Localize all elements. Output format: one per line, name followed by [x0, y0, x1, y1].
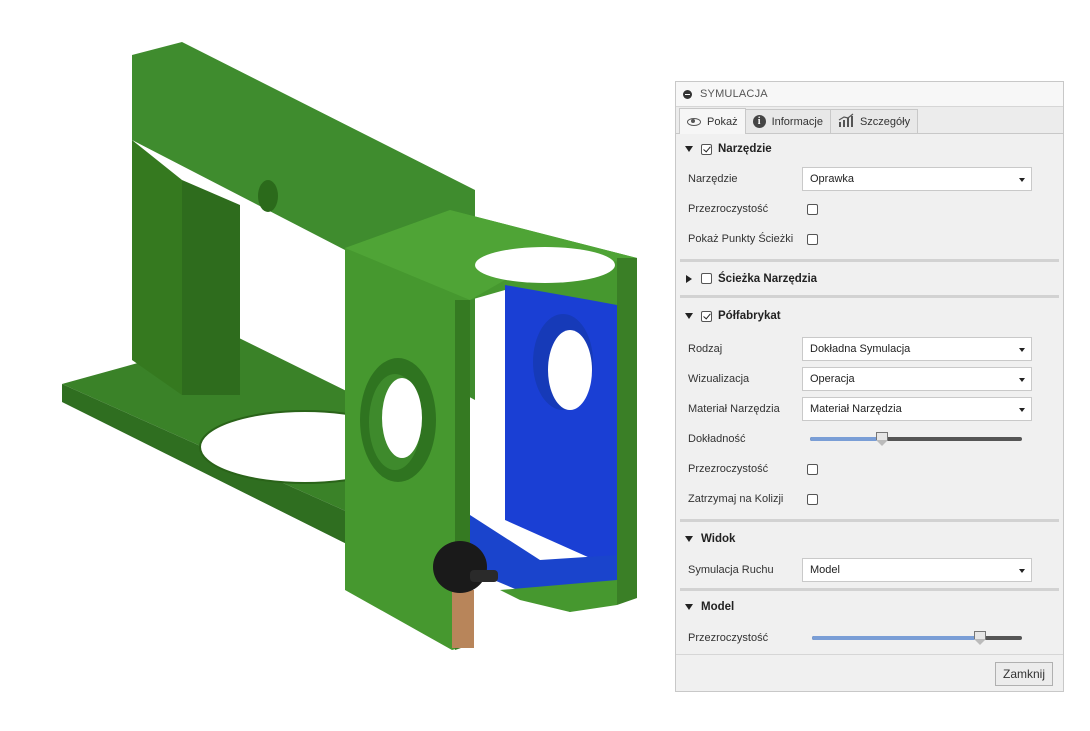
stock-transparency-row: Przezroczystość — [676, 454, 1063, 484]
tool-checkbox[interactable] — [701, 143, 712, 155]
tab-details-label: Szczegóły — [859, 115, 911, 128]
stock-type-row: Rodzaj Dokładna Symulacja — [676, 334, 1063, 364]
tool-row: Narzędzie Oprawka — [676, 164, 1063, 194]
tab-info-label: Informacje — [771, 115, 823, 128]
tab-details[interactable]: Szczegóły — [829, 109, 919, 133]
model-transparency-slider-fill — [812, 636, 980, 640]
tab-show-label: Pokaż — [707, 115, 738, 128]
model-transparency-row: Przezroczystość — [676, 623, 1063, 653]
show-points-checkbox[interactable] — [807, 233, 818, 245]
toolpath-checkbox[interactable] — [701, 273, 712, 284]
tool-transparency-label: Przezroczystość — [688, 203, 769, 215]
expand-icon[interactable] — [685, 535, 693, 542]
model-transparency-label: Przezroczystość — [688, 632, 769, 644]
3d-viewport[interactable] — [0, 0, 670, 728]
visual-select[interactable]: Operacja — [802, 367, 1032, 391]
accuracy-label: Dokładność — [688, 433, 746, 445]
close-button[interactable]: Zamknij — [994, 662, 1053, 686]
stock-transparency-checkbox[interactable] — [807, 463, 818, 475]
info-icon: i — [752, 115, 766, 128]
tool-transparency-checkbox[interactable] — [807, 203, 818, 215]
stock-transparency-label: Przezroczystość — [688, 463, 769, 475]
panel-title: SYMULACJA — [700, 88, 768, 100]
tool-transparency-row: Przezroczystość — [676, 194, 1063, 224]
section-model-title: Model — [701, 601, 735, 613]
simulation-panel: SYMULACJA Pokaż i Informacje Szczegóły N… — [675, 81, 1064, 692]
motion-row: Symulacja Ruchu Model — [676, 555, 1063, 585]
tool-select[interactable]: Oprawka — [802, 167, 1032, 191]
stock-type-select[interactable]: Dokładna Symulacja — [802, 337, 1032, 361]
visual-label: Wizualizacja — [688, 373, 750, 385]
expand-icon[interactable] — [685, 146, 693, 152]
chart-icon — [838, 113, 854, 130]
motion-select[interactable]: Model — [802, 558, 1032, 582]
section-stock-header[interactable]: Półfabrykat — [676, 298, 1063, 334]
section-view-header[interactable]: Widok — [676, 522, 1063, 555]
accuracy-slider-fill — [810, 437, 883, 441]
stop-collision-checkbox[interactable] — [807, 493, 818, 505]
eye-icon — [687, 117, 701, 126]
panel-footer: Zamknij — [676, 654, 1063, 691]
section-view-title: Widok — [701, 532, 736, 545]
material-row: Materiał Narzędzia Materiał Narzędzia — [676, 394, 1063, 424]
tool-label: Narzędzie — [688, 173, 738, 185]
section-stock-title: Półfabrykat — [718, 310, 781, 322]
section-model-header[interactable]: Model — [676, 591, 1063, 623]
stop-collision-label: Zatrzymaj na Kolizji — [688, 493, 784, 505]
show-points-label: Pokaż Punkty Ścieżki — [688, 233, 794, 245]
motion-label: Symulacja Ruchu — [688, 564, 774, 576]
stop-collision-row: Zatrzymaj na Kolizji — [676, 484, 1063, 514]
tab-show[interactable]: Pokaż — [679, 108, 746, 134]
collapsed-icon[interactable] — [686, 274, 692, 283]
model-transparency-slider[interactable] — [812, 631, 1022, 645]
expand-icon[interactable] — [685, 313, 693, 319]
show-points-row: Pokaż Punkty Ścieżki — [676, 224, 1063, 254]
section-tool-header[interactable]: Narzędzie — [676, 134, 1063, 164]
section-toolpath-title: Ścieżka Narzędzia — [718, 272, 818, 285]
accuracy-row: Dokładność — [676, 424, 1063, 454]
visual-row: Wizualizacja Operacja — [676, 364, 1063, 394]
section-tool-title: Narzędzie — [718, 143, 772, 155]
stock-type-label: Rodzaj — [688, 343, 723, 355]
tab-info[interactable]: i Informacje — [744, 109, 831, 133]
tab-bar: Pokaż i Informacje Szczegóły — [676, 107, 1063, 134]
collapse-icon[interactable] — [683, 89, 692, 99]
expand-icon[interactable] — [685, 604, 693, 610]
simulation-model — [62, 42, 637, 650]
stock-checkbox[interactable] — [701, 310, 712, 322]
section-toolpath-header[interactable]: Ścieżka Narzędzia — [676, 262, 1063, 295]
material-label: Materiał Narzędzia — [688, 403, 780, 415]
material-select[interactable]: Materiał Narzędzia — [802, 397, 1032, 421]
accuracy-slider[interactable] — [810, 432, 1022, 446]
panel-header: SYMULACJA — [676, 82, 1063, 107]
